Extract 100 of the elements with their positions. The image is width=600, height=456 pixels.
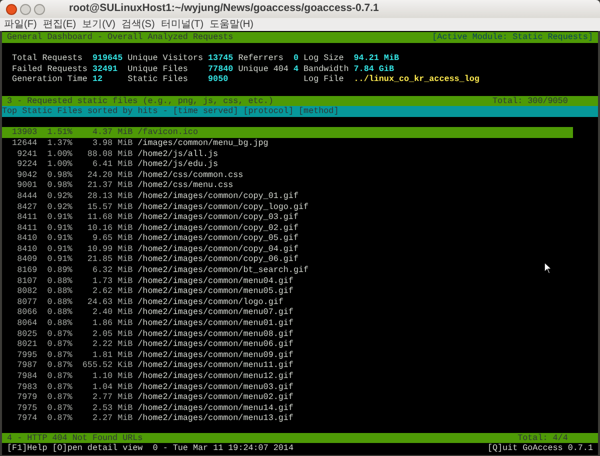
- hits-cell-text: 8409: [16, 254, 38, 266]
- list-row[interactable]: 8077 0.88% 24.63 MiB /home2/images/common/logo.gif: [2, 296, 573, 308]
- percent-cell-text: 0.87%: [46, 339, 72, 350]
- unit-cell: MiB: [118, 190, 133, 202]
- active-module: [Active Module: Static Requests]: [432, 32, 593, 43]
- minimize-icon[interactable]: [20, 4, 31, 14]
- size-cell-text: 10.99: [86, 244, 113, 254]
- path-cell: /home2/images/common/menu01.gif: [138, 318, 294, 329]
- hits-cell-text: 7995: [16, 350, 38, 360]
- size-cell-text: 3.98: [91, 138, 113, 149]
- size-cell-text: 15.57: [86, 202, 113, 212]
- list-row[interactable]: 8411 0.91% 11.68 MiB /home2/images/common/copy_03.gif: [2, 212, 573, 223]
- unit-cell: MiB: [118, 413, 133, 424]
- list-row[interactable]: 7987 0.87% 655.52 KiB /home2/images/common/menu11.gif: [2, 360, 573, 372]
- hits-cell-text: 8021: [16, 339, 38, 350]
- list-row[interactable]: 7975 0.87% 2.53 MiB /home2/images/common/menu14.gif: [2, 402, 573, 414]
- menu-item[interactable]: 터미널(T): [160, 18, 204, 30]
- percent-cell-text: 0.87%: [46, 360, 72, 372]
- list-row[interactable]: 8427 0.92% 15.57 MiB /home2/images/common/copy_logo.gif: [2, 202, 573, 212]
- unit-cell: MiB: [118, 254, 133, 266]
- path-cell: /home2/images/common/menu06.gif: [138, 339, 294, 350]
- list-row[interactable]: 7979 0.87% 2.77 MiB /home2/images/common/menu02.gif: [2, 392, 573, 403]
- unit-cell: MiB: [118, 307, 133, 318]
- list-row[interactable]: 8025 0.87% 2.05 MiB /home2/images/common/menu08.gif: [2, 328, 573, 340]
- module-total: Total: 4/4: [518, 432, 568, 444]
- list-row[interactable]: 12644 1.37% 3.98 MiB /images/common/menu_bg.jpg: [2, 138, 573, 149]
- list-row[interactable]: 8409 0.91% 21.85 MiB /home2/images/common/copy_06.gif: [2, 254, 573, 266]
- percent-cell-text: 0.91%: [46, 212, 72, 223]
- stat-label: Log Size: [304, 53, 345, 64]
- list-row[interactable]: 8066 0.88% 2.40 MiB /home2/images/common/menu07.gif: [2, 307, 573, 318]
- list-row[interactable]: 9001 0.98% 21.37 MiB /home2/css/menu.css: [2, 180, 573, 191]
- menu-item[interactable]: 편집(E): [42, 18, 76, 30]
- list-row[interactable]: 8082 0.88% 2.62 MiB /home2/images/common/menu05.gif: [2, 286, 573, 297]
- size-cell-text: 4.37: [91, 127, 113, 138]
- percent-cell-text: 0.87%: [46, 382, 72, 392]
- path-cell: /home2/images/common/menu08.gif: [138, 328, 294, 340]
- percent-cell-text: 0.89%: [46, 265, 72, 276]
- unit-cell: MiB: [118, 382, 133, 392]
- percent-cell-text: 0.91%: [46, 222, 72, 234]
- path-cell: /home2/images/common/bt_search.gif: [138, 265, 309, 276]
- list-row[interactable]: 8107 0.88% 1.73 MiB /home2/images/common/menu04.gif: [2, 276, 573, 286]
- list-row[interactable]: 9224 1.00% 6.41 MiB /home2/js/edu.js: [2, 159, 573, 170]
- list-row[interactable]: 9241 1.00% 88.08 MiB /home2/js/all.js: [2, 148, 573, 160]
- hits-cell-text: 12644: [11, 138, 38, 149]
- close-icon[interactable]: [6, 4, 17, 14]
- stat-label: Unique Files: [128, 64, 189, 74]
- list-row[interactable]: 7983 0.87% 1.04 MiB /home2/images/common/menu03.gif: [2, 382, 573, 392]
- menu-item[interactable]: 도움말(H): [210, 18, 254, 30]
- unit-cell: MiB: [118, 286, 133, 297]
- stat-label: Static Files: [128, 74, 189, 85]
- unit-cell: MiB: [118, 202, 133, 212]
- list-row[interactable]: 7984 0.87% 1.10 MiB /home2/images/common/menu12.gif: [2, 371, 573, 382]
- stat-value: 77840: [208, 64, 234, 74]
- hits-cell-text: 13903: [11, 127, 38, 138]
- size-cell-text: 2.40: [91, 307, 113, 318]
- list-row[interactable]: 8021 0.87% 2.22 MiB /home2/images/common/menu06.gif: [2, 339, 573, 350]
- unit-cell: MiB: [118, 212, 133, 223]
- percent-cell-text: 0.88%: [46, 318, 72, 329]
- pointer-icon: [544, 262, 552, 274]
- unit-cell: MiB: [118, 328, 133, 340]
- list-row[interactable]: 8410 0.91% 10.99 MiB /home2/images/common/copy_04.gif: [2, 244, 573, 254]
- list-row[interactable]: 7974 0.87% 2.27 MiB /home2/images/common/menu13.gif: [2, 413, 573, 424]
- percent-cell-text: 0.88%: [46, 307, 72, 318]
- size-cell-text: 2.62: [91, 286, 113, 297]
- percent-cell-text: 0.88%: [46, 276, 72, 286]
- list-row[interactable]: 8410 0.91% 9.65 MiB /home2/images/common/copy_05.gif: [2, 233, 573, 244]
- percent-cell-text: 1.00%: [46, 148, 72, 160]
- list-row[interactable]: 13903 1.51% 4.37 MiB /favicon.ico: [2, 127, 573, 138]
- size-cell-text: 21.37: [86, 180, 113, 191]
- stat-value: 9050: [208, 74, 230, 85]
- list-row[interactable]: 8411 0.91% 10.16 MiB /home2/images/common/copy_02.gif: [2, 222, 573, 234]
- stat-label: Total Requests: [12, 53, 84, 64]
- unit-cell: MiB: [118, 318, 133, 329]
- hits-cell-text: 8411: [16, 212, 38, 223]
- path-cell: /home2/images/common/menu09.gif: [138, 350, 294, 360]
- menu-item[interactable]: 보기(V): [82, 18, 116, 30]
- size-cell-text: 2.53: [91, 402, 113, 414]
- list-row[interactable]: 9042 0.98% 24.20 MiB /home2/css/common.css: [2, 170, 573, 180]
- size-cell-text: 10.16: [86, 222, 113, 234]
- unit-cell: MiB: [118, 265, 133, 276]
- hits-cell-text: 8082: [16, 286, 38, 297]
- menu-item[interactable]: 파일(F): [4, 18, 37, 30]
- path-cell: /home2/images/common/copy_06.gif: [138, 254, 298, 266]
- percent-cell-text: 0.98%: [46, 170, 72, 180]
- hits-cell-text: 8444: [16, 190, 38, 202]
- stat-value: 4: [293, 64, 298, 74]
- path-cell: /home2/images/common/copy_03.gif: [138, 212, 298, 223]
- list-row[interactable]: 8064 0.88% 1.86 MiB /home2/images/common/menu01.gif: [2, 318, 573, 329]
- path-cell: /home2/images/common/logo.gif: [138, 296, 284, 308]
- menu-item[interactable]: 검색(S): [121, 18, 155, 30]
- list-row[interactable]: 7995 0.87% 1.81 MiB /home2/images/common/menu09.gif: [2, 350, 573, 360]
- path-cell: /home2/js/edu.js: [138, 159, 218, 170]
- path-cell: /home2/images/common/copy_02.gif: [138, 222, 298, 234]
- hits-cell-text: 9224: [16, 159, 38, 170]
- unit-cell: MiB: [118, 148, 133, 160]
- stat-label: Unique Visitors: [128, 53, 204, 64]
- list-row[interactable]: 8444 0.92% 28.13 MiB /home2/images/common/copy_01.gif: [2, 190, 573, 202]
- stat-label: Unique 404: [238, 64, 288, 74]
- list-row[interactable]: 8169 0.89% 6.32 MiB /home2/images/common/bt_search.gif: [2, 265, 573, 276]
- maximize-icon[interactable]: [34, 4, 45, 14]
